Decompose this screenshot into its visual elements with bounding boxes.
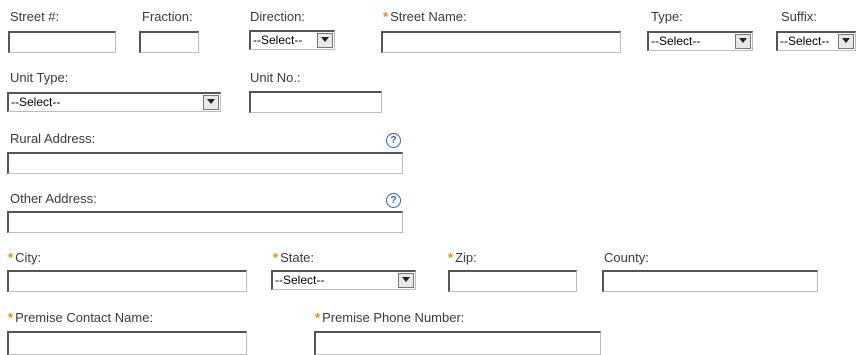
type-label: Type: (651, 9, 683, 24)
chevron-down-icon[interactable] (735, 34, 751, 49)
suffix-label: Suffix: (781, 9, 817, 24)
unit-type-select[interactable]: --Select-- (7, 92, 221, 112)
street-number-input[interactable] (8, 31, 116, 53)
premise-contact-name-input[interactable] (7, 331, 247, 355)
help-icon[interactable]: ? (386, 133, 401, 148)
zip-input[interactable] (448, 270, 577, 292)
required-marker: * (448, 250, 454, 265)
fraction-input[interactable] (139, 31, 199, 53)
suffix-select[interactable]: --Select-- (776, 31, 856, 51)
type-select-value: --Select-- (651, 34, 701, 48)
other-address-label: Other Address: (10, 191, 97, 206)
chevron-down-icon[interactable] (317, 33, 333, 48)
rural-address-label: Rural Address: (10, 131, 96, 146)
premise-contact-name-label: * Premise Contact Name: (8, 310, 154, 325)
state-label: * State: (273, 250, 315, 265)
street-name-input[interactable] (381, 31, 621, 53)
required-marker: * (273, 250, 279, 265)
unit-no-label: Unit No.: (250, 70, 301, 85)
state-select[interactable]: --Select-- (271, 270, 416, 290)
zip-label: * Zip: (448, 250, 477, 265)
direction-label: Direction: (250, 9, 305, 24)
direction-select-value: --Select-- (253, 33, 303, 47)
county-label: County: (604, 250, 649, 265)
city-label: * City: (8, 250, 42, 265)
premise-phone-number-input[interactable] (314, 331, 601, 355)
state-select-value: --Select-- (275, 273, 325, 287)
help-icon[interactable]: ? (386, 193, 401, 208)
chevron-down-icon[interactable] (203, 95, 219, 110)
unit-type-select-value: --Select-- (11, 95, 61, 109)
unit-type-label: Unit Type: (10, 70, 69, 85)
street-name-label: * Street Name: (383, 9, 467, 24)
fraction-label: Fraction: (142, 9, 193, 24)
street-number-label: Street #: (10, 9, 60, 24)
required-marker: * (8, 250, 14, 265)
type-select[interactable]: --Select-- (647, 31, 753, 51)
county-input[interactable] (602, 270, 818, 292)
rural-address-input[interactable] (7, 152, 403, 174)
chevron-down-icon[interactable] (838, 34, 854, 49)
city-input[interactable] (7, 270, 247, 292)
chevron-down-icon[interactable] (398, 273, 414, 288)
other-address-input[interactable] (7, 211, 403, 233)
required-marker: * (315, 310, 321, 325)
unit-no-input[interactable] (249, 91, 382, 113)
required-marker: * (8, 310, 14, 325)
direction-select[interactable]: --Select-- (249, 30, 335, 50)
premise-phone-number-label: * Premise Phone Number: (315, 310, 465, 325)
required-marker: * (383, 9, 389, 24)
suffix-select-value: --Select-- (780, 34, 830, 48)
